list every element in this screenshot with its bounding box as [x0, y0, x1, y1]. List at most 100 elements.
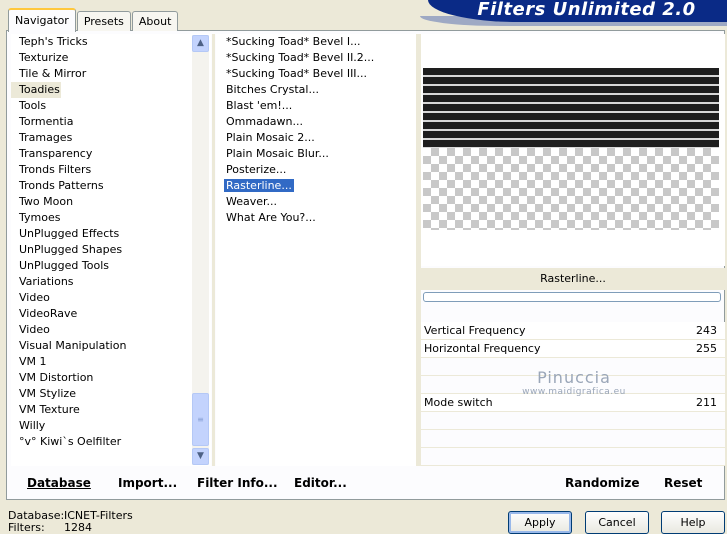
filter-title: Rasterline...: [421, 268, 725, 290]
category-scrollbar[interactable]: ▲ ≡ ▼: [192, 35, 209, 465]
filter-item[interactable]: *Sucking Toad* Bevel II.2...: [226, 50, 416, 66]
tab-about[interactable]: About: [131, 11, 179, 31]
category-item[interactable]: Transparency: [11, 146, 211, 162]
parameter-empty-row: [421, 448, 725, 466]
filter-item[interactable]: Plain Mosaic Blur...: [226, 146, 416, 162]
filter-label: *Sucking Toad* Bevel I...: [226, 35, 361, 48]
category-item[interactable]: UnPlugged Effects: [11, 226, 211, 242]
filter-item[interactable]: Blast 'em!...: [226, 98, 416, 114]
parameter-value: 243: [696, 324, 717, 337]
category-item[interactable]: Video: [11, 290, 211, 306]
filter-info-button[interactable]: Filter Info...: [197, 474, 278, 492]
category-label: Tronds Patterns: [19, 179, 104, 192]
category-item[interactable]: VM Stylize: [11, 386, 211, 402]
parameter-slider[interactable]: Horizontal Frequency 255: [421, 340, 725, 358]
category-item[interactable]: Visual Manipulation: [11, 338, 211, 354]
tab-navigator[interactable]: Navigator: [8, 8, 76, 32]
filter-item[interactable]: Bitches Crystal...: [226, 82, 416, 98]
category-list[interactable]: Teph's Tricks Texturize Tile & Mirror Toadi…: [11, 34, 211, 466]
filters-status-label: Filters:: [8, 521, 45, 534]
category-item[interactable]: Video: [11, 322, 211, 338]
category-label: Variations: [19, 275, 74, 288]
category-label: Tormentia: [19, 115, 74, 128]
category-label: VM Texture: [19, 403, 80, 416]
category-label: Tymoes: [19, 211, 61, 224]
filter-label: Bitches Crystal...: [226, 83, 319, 96]
scroll-up-button[interactable]: ▲: [192, 35, 209, 52]
category-item[interactable]: °v° Kiwi`s Oelfilter: [11, 434, 211, 450]
status-info: Database:ICNET-Filters Filters: 1284: [8, 510, 133, 534]
category-item[interactable]: Texturize: [11, 50, 211, 66]
scroll-down-button[interactable]: ▼: [192, 448, 209, 465]
category-label: Toadies: [19, 83, 60, 96]
category-item[interactable]: VM 1: [11, 354, 211, 370]
category-item[interactable]: Willy: [11, 418, 211, 434]
watermark: Pinuccia www.maidigrafica.eu: [514, 368, 634, 397]
app-title-banner: Filters Unlimited 2.0: [428, 0, 727, 22]
category-label: Video: [19, 323, 50, 336]
category-label: UnPlugged Shapes: [19, 243, 123, 256]
category-item[interactable]: VM Texture: [11, 402, 211, 418]
category-item[interactable]: Tools: [11, 98, 211, 114]
watermark-url: www.maidigrafica.eu: [522, 387, 626, 397]
tab-presets[interactable]: Presets: [76, 11, 131, 31]
database-label: Database: [27, 476, 91, 490]
category-item[interactable]: Two Moon: [11, 194, 211, 210]
filter-list[interactable]: *Sucking Toad* Bevel I... *Sucking Toad* …: [216, 34, 416, 466]
category-label: Tile & Mirror: [19, 67, 87, 80]
database-button[interactable]: Database: [27, 474, 91, 492]
filter-item[interactable]: Weaver...: [226, 194, 416, 210]
category-label: Transparency: [19, 147, 93, 160]
filter-item[interactable]: Ommadawn...: [226, 114, 416, 130]
category-label: UnPlugged Tools: [19, 259, 109, 272]
category-item[interactable]: Tormentia: [11, 114, 211, 130]
category-label: VideoRave: [19, 307, 78, 320]
filter-label: Weaver...: [226, 195, 278, 208]
category-label: Teph's Tricks: [19, 35, 88, 48]
filter-label: Blast 'em!...: [226, 99, 293, 112]
divider: [212, 34, 215, 466]
filter-item[interactable]: *Sucking Toad* Bevel I...: [226, 34, 416, 50]
progress-bar: [423, 292, 721, 302]
filter-item[interactable]: Posterize...: [226, 162, 416, 178]
category-item[interactable]: Tile & Mirror: [11, 66, 211, 82]
category-item[interactable]: Toadies: [11, 82, 61, 98]
parameter-empty-row: [421, 430, 725, 448]
randomize-button[interactable]: Randomize: [565, 474, 639, 492]
category-label: Visual Manipulation: [19, 339, 127, 352]
filter-item[interactable]: Rasterline...: [224, 178, 416, 194]
chevron-up-icon: ▲: [197, 38, 204, 48]
scroll-thumb[interactable]: ≡: [192, 393, 209, 446]
filter-label: Posterize...: [226, 163, 287, 176]
parameter-label: Horizontal Frequency: [424, 342, 541, 355]
filter-item[interactable]: What Are You?...: [226, 210, 416, 226]
reset-button[interactable]: Reset: [664, 474, 702, 492]
category-label: Willy: [19, 419, 46, 432]
category-item[interactable]: Tronds Patterns: [11, 178, 211, 194]
parameter-label: Mode switch: [424, 396, 493, 409]
category-item[interactable]: UnPlugged Tools: [11, 258, 211, 274]
import-button[interactable]: Import...: [118, 474, 177, 492]
filter-label: *Sucking Toad* Bevel III...: [226, 67, 368, 80]
category-item[interactable]: Tymoes: [11, 210, 211, 226]
category-item[interactable]: UnPlugged Shapes: [11, 242, 211, 258]
preview-panel: [421, 34, 725, 266]
category-item[interactable]: Teph's Tricks: [11, 34, 211, 50]
editor-button[interactable]: Editor...: [294, 474, 347, 492]
category-item[interactable]: Variations: [11, 274, 211, 290]
apply-button[interactable]: Apply: [508, 511, 572, 534]
parameter-slider[interactable]: Vertical Frequency 243: [421, 322, 725, 340]
help-button[interactable]: Help: [661, 511, 725, 534]
filter-item[interactable]: Plain Mosaic 2...: [226, 130, 416, 146]
category-item[interactable]: Tronds Filters: [11, 162, 211, 178]
category-label: Tools: [19, 99, 47, 112]
filter-label: Ommadawn...: [226, 115, 304, 128]
category-item[interactable]: Tramages: [11, 130, 211, 146]
filter-item[interactable]: *Sucking Toad* Bevel III...: [226, 66, 416, 82]
category-label: Tramages: [19, 131, 73, 144]
category-item[interactable]: VM Distortion: [11, 370, 211, 386]
category-item[interactable]: VideoRave: [11, 306, 211, 322]
cancel-button[interactable]: Cancel: [585, 511, 649, 534]
chevron-down-icon: ▼: [197, 451, 204, 461]
filter-label: Rasterline...: [224, 179, 294, 192]
